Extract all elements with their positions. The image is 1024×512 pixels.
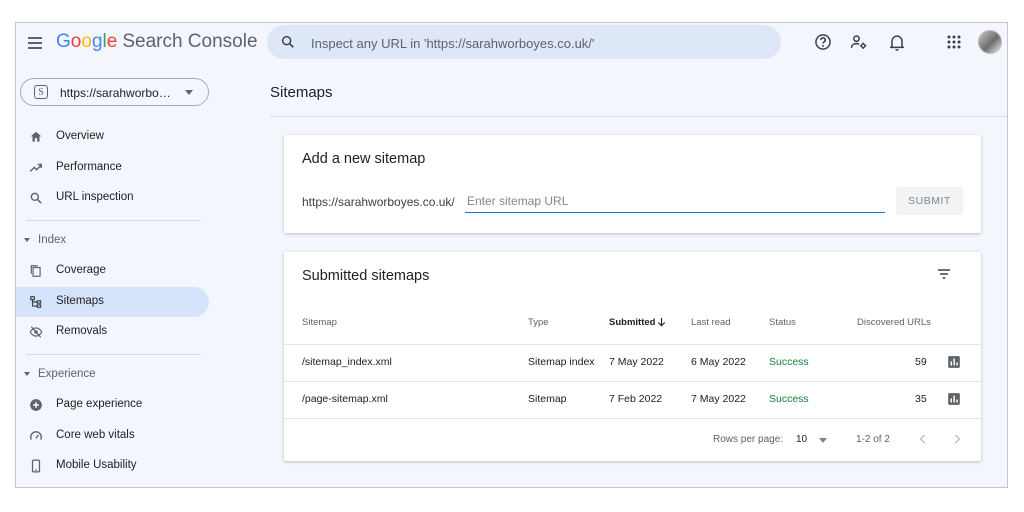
- app-window: GoogleSearch Console S https://sarahworb…: [15, 22, 1008, 488]
- help-icon[interactable]: [813, 32, 833, 52]
- search-icon: [281, 35, 294, 48]
- column-header-type[interactable]: Type: [528, 317, 549, 328]
- submitted-sitemaps-card: Submitted sitemaps Sitemap Type Submitte…: [284, 252, 981, 461]
- property-selector[interactable]: S https://sarahworbo…: [20, 78, 209, 106]
- add-sitemap-card: Add a new sitemap https://sarahworboyes.…: [284, 135, 981, 233]
- sidebar-item-label: Sitemaps: [56, 295, 104, 307]
- sitemap-url-input[interactable]: [465, 192, 885, 213]
- product-logo[interactable]: Google Search Console: [56, 31, 258, 53]
- section-label: Index: [38, 234, 67, 246]
- url-inspection-search[interactable]: [267, 25, 781, 59]
- title-divider: [270, 116, 1007, 117]
- smartphone-icon: [31, 459, 41, 473]
- logo-letter: g: [91, 31, 103, 52]
- sidebar-item-performance[interactable]: Performance: [16, 153, 209, 183]
- home-icon: [30, 131, 42, 142]
- section-label: Experience: [38, 368, 96, 380]
- caret-down-icon: [24, 238, 30, 242]
- status-badge: Success: [769, 393, 809, 405]
- row-divider: [284, 418, 981, 419]
- card-title: Submitted sitemaps: [302, 268, 430, 284]
- column-header-status[interactable]: Status: [769, 317, 796, 328]
- sidebar-item-overview[interactable]: Overview: [16, 122, 209, 152]
- bar-chart-icon[interactable]: [947, 355, 961, 369]
- sidebar-item-label: URL inspection: [56, 191, 134, 203]
- chevron-down-icon: [185, 90, 193, 95]
- chevron-down-icon[interactable]: [819, 438, 827, 443]
- property-badge: S: [34, 85, 48, 99]
- visibility-off-icon: [29, 326, 43, 338]
- chevron-left-icon[interactable]: [916, 431, 930, 447]
- submitted-date: 7 May 2022: [609, 356, 664, 368]
- logo-letter: G: [56, 31, 71, 52]
- account-avatar[interactable]: [978, 30, 1002, 54]
- property-url: https://sarahworbo…: [60, 86, 171, 100]
- sidebar-item-mobile-usability[interactable]: Mobile Usability: [16, 451, 209, 481]
- status-badge: Success: [769, 356, 809, 368]
- sidebar-item-removals[interactable]: Removals: [16, 317, 209, 347]
- apps-grid-icon[interactable]: [944, 32, 964, 52]
- page-title: Sitemaps: [270, 84, 333, 101]
- copy-icon: [30, 265, 41, 277]
- sidebar-section-index[interactable]: Index: [16, 229, 209, 253]
- sidebar-item-label: Core web vitals: [56, 429, 135, 441]
- add-circle-icon: [30, 399, 42, 411]
- notifications-icon[interactable]: [887, 32, 907, 52]
- sidebar-item-label: Page experience: [56, 398, 143, 410]
- discovered-urls-count: 59: [915, 356, 927, 368]
- row-divider: [284, 381, 981, 382]
- column-header-last-read[interactable]: Last read: [691, 317, 731, 328]
- sidebar-item-label: Coverage: [56, 264, 106, 276]
- sidebar-item-sitemaps[interactable]: Sitemaps: [16, 287, 209, 317]
- last-read-date: 7 May 2022: [691, 393, 746, 405]
- product-name: Search Console: [122, 31, 258, 52]
- filter-icon[interactable]: [936, 266, 952, 282]
- column-header-submitted[interactable]: Submitted: [609, 317, 655, 328]
- card-title: Add a new sitemap: [302, 151, 426, 167]
- sitemap-path[interactable]: /sitemap_index.xml: [302, 356, 392, 368]
- chevron-right-icon[interactable]: [950, 431, 964, 447]
- sidebar-item-label: Removals: [56, 325, 108, 337]
- logo-letter: o: [70, 31, 82, 52]
- sidebar-section-experience[interactable]: Experience: [16, 363, 209, 387]
- caret-down-icon: [24, 372, 30, 376]
- column-header-discovered-urls[interactable]: Discovered URLs: [857, 317, 931, 328]
- sidebar-item-label: Overview: [56, 130, 104, 142]
- sidebar-item-label: Mobile Usability: [56, 459, 137, 471]
- sidebar-item-coverage[interactable]: Coverage: [16, 256, 209, 286]
- arrow-down-icon[interactable]: [656, 316, 667, 328]
- trending-up-icon: [29, 163, 42, 172]
- last-read-date: 6 May 2022: [691, 356, 746, 368]
- sitemap-type: Sitemap: [528, 393, 567, 405]
- inspect-url-input[interactable]: [309, 32, 763, 54]
- sidebar-item-page-experience[interactable]: Page experience: [16, 390, 209, 420]
- discovered-urls-count: 35: [915, 393, 927, 405]
- sidebar-divider: [26, 220, 201, 221]
- sitemap-url-prefix: https://sarahworboyes.co.uk/: [302, 195, 455, 209]
- sidebar-item-url-inspection[interactable]: URL inspection: [16, 183, 209, 213]
- sidebar-item-label: Performance: [56, 161, 122, 173]
- row-divider: [284, 344, 981, 345]
- sitemap-path[interactable]: /page-sitemap.xml: [302, 393, 388, 405]
- rows-per-page-label: Rows per page:: [713, 434, 784, 445]
- search-icon: [30, 192, 42, 204]
- logo-letter: o: [81, 31, 92, 52]
- top-bar: Google Search Console: [16, 23, 1007, 63]
- manage-users-icon[interactable]: [849, 32, 869, 52]
- sidebar-item-core-web-vitals[interactable]: Core web vitals: [16, 421, 209, 451]
- sidebar-divider: [26, 354, 201, 355]
- submit-button[interactable]: SUBMIT: [896, 187, 963, 215]
- sitemap-icon: [30, 296, 42, 308]
- column-header-sitemap[interactable]: Sitemap: [302, 317, 337, 328]
- speed-icon: [30, 431, 42, 440]
- pagination-range: 1-2 of 2: [856, 434, 890, 445]
- submitted-date: 7 Feb 2022: [609, 393, 663, 405]
- hamburger-menu-icon[interactable]: [26, 34, 44, 52]
- sitemap-type: Sitemap index: [528, 356, 595, 368]
- rows-per-page-select[interactable]: 10: [796, 434, 807, 445]
- bar-chart-icon[interactable]: [947, 392, 961, 406]
- logo-letter: e: [106, 31, 118, 52]
